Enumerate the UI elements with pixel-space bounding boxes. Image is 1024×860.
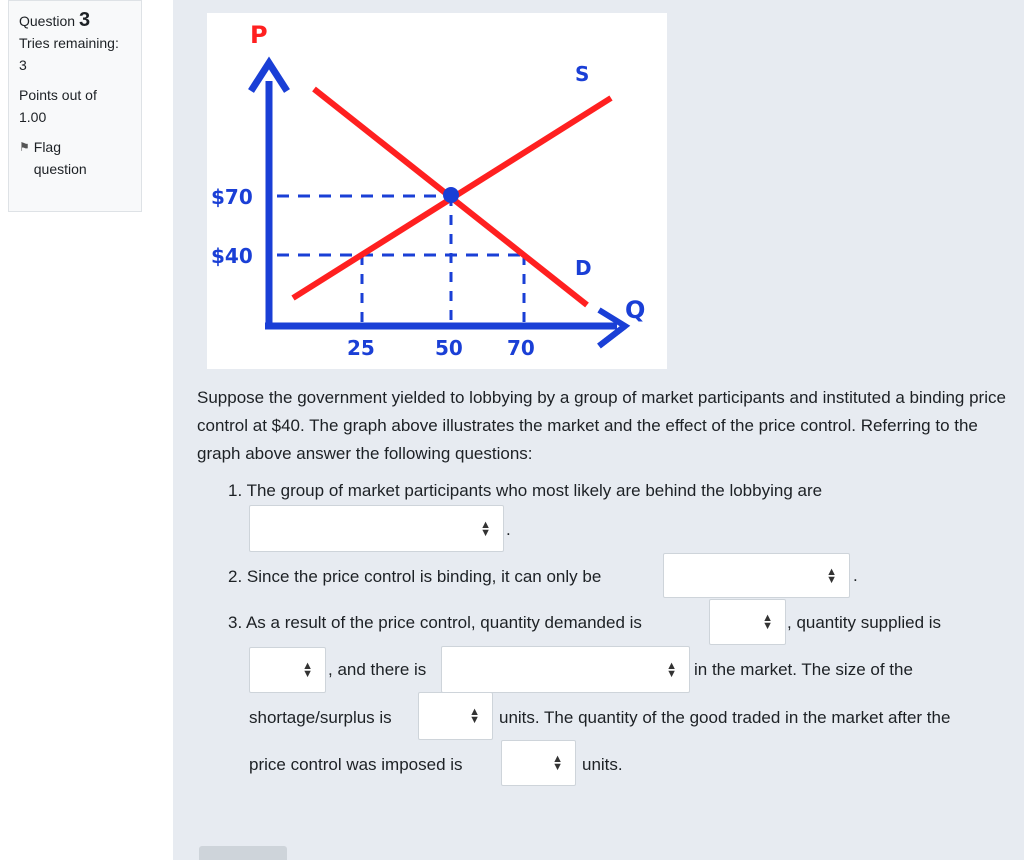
flag-label: Flag bbox=[33, 139, 61, 155]
p-axis-label: P bbox=[250, 21, 268, 49]
q1-text: 1. The group of market participants who … bbox=[228, 481, 823, 500]
flag-label-2: question bbox=[33, 161, 87, 177]
q3-text-part6: units. The quantity of the good traded i… bbox=[499, 708, 951, 727]
question-title: Question 3 bbox=[19, 9, 131, 32]
select-arrows-icon: ▲ ▼ bbox=[480, 518, 491, 539]
q3-text-part2: , quantity supplied is bbox=[787, 613, 942, 632]
supply-label: S bbox=[575, 62, 589, 86]
supply-demand-graph: P Q S D $70 $40 25 50 70 bbox=[207, 13, 667, 369]
select-arrows-icon: ▲ ▼ bbox=[826, 565, 837, 586]
q-tick-25: 25 bbox=[347, 336, 375, 360]
quantity-supplied-select[interactable]: ▲ ▼ bbox=[249, 647, 326, 693]
q-tick-70: 70 bbox=[507, 336, 535, 360]
q2-period: . bbox=[853, 566, 858, 585]
price-70-label: $70 bbox=[211, 185, 253, 209]
quantity-demanded-select[interactable]: ▲ ▼ bbox=[709, 599, 786, 645]
question-intro: Suppose the government yielded to lobbyi… bbox=[197, 388, 1006, 463]
q3-text-part4: in the market. The size of the bbox=[694, 660, 913, 679]
check-button[interactable] bbox=[199, 846, 287, 860]
points-label: Points out of bbox=[19, 87, 97, 103]
select-arrows-icon: ▲ ▼ bbox=[552, 753, 563, 773]
q3-text-part7: price control was imposed is bbox=[249, 755, 463, 774]
q1-select[interactable]: ▲ ▼ bbox=[249, 505, 504, 552]
q3-text-part5: shortage/surplus is bbox=[249, 708, 392, 727]
question-info-panel: Question 3 Tries remaining: 3 Points out… bbox=[8, 0, 142, 212]
select-arrows-icon: ▲ ▼ bbox=[469, 706, 480, 726]
flag-question-link[interactable]: ⚑ Flag question bbox=[19, 136, 131, 180]
question-label: Question bbox=[19, 13, 76, 29]
equilibrium-point bbox=[443, 187, 459, 203]
price-40-label: $40 bbox=[211, 244, 253, 268]
q-tick-50: 50 bbox=[435, 336, 463, 360]
select-arrows-icon: ▲ ▼ bbox=[762, 612, 773, 632]
select-arrows-icon: ▲ ▼ bbox=[666, 659, 677, 680]
select-arrows-icon: ▲ ▼ bbox=[302, 660, 313, 680]
flag-outline-icon: ⚑ bbox=[19, 140, 30, 154]
tries-value: 3 bbox=[19, 57, 27, 73]
shortage-size-select[interactable]: ▲ ▼ bbox=[418, 692, 493, 740]
tries-label: Tries remaining: bbox=[19, 35, 119, 51]
q3-text-part1: 3. As a result of the price control, qua… bbox=[228, 613, 642, 632]
points-value: 1.00 bbox=[19, 109, 47, 125]
q3-text-part8: units. bbox=[582, 755, 623, 774]
demand-label: D bbox=[575, 256, 592, 280]
q-axis-label: Q bbox=[625, 296, 645, 324]
q2-text: 2. Since the price control is binding, i… bbox=[228, 567, 602, 586]
q2-select[interactable]: ▲ ▼ bbox=[663, 553, 850, 598]
question-number: 3 bbox=[78, 9, 91, 31]
shortage-surplus-select[interactable]: ▲ ▼ bbox=[441, 646, 690, 693]
q1-period: . bbox=[506, 520, 511, 539]
q3-text-part3: , and there is bbox=[328, 660, 427, 679]
quantity-traded-select[interactable]: ▲ ▼ bbox=[501, 740, 576, 786]
